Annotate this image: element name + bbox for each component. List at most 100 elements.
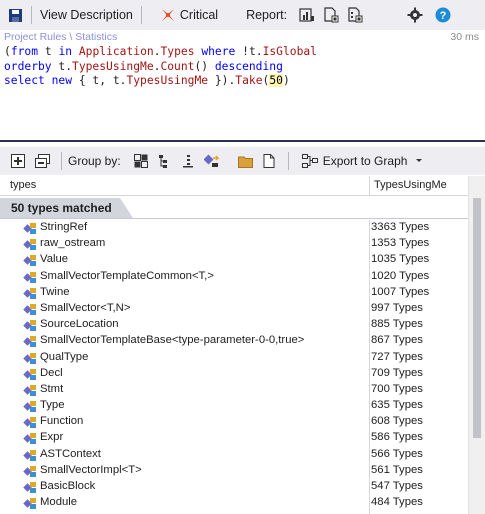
- query-editor[interactable]: Project Rules \ Statistics 30 ms (from t…: [0, 30, 485, 142]
- scrollbar-thumb[interactable]: [473, 198, 481, 438]
- table-row[interactable]: Stmt 700 Types: [0, 382, 468, 398]
- table-row[interactable]: BasicBlock 547 Types: [0, 479, 468, 495]
- table-row[interactable]: ASTContext 566 Types: [0, 447, 468, 463]
- table-row[interactable]: raw_ostream 1353 Types: [0, 236, 468, 252]
- table-row[interactable]: Value 1035 Types: [0, 252, 468, 268]
- types-using-me-count[interactable]: 867 Types: [371, 334, 423, 346]
- type-name[interactable]: Stmt: [40, 383, 63, 395]
- types-using-me-count[interactable]: 727 Types: [371, 351, 423, 363]
- class-icon: [23, 336, 36, 348]
- class-icon: [23, 449, 36, 461]
- group-by-assembly-button[interactable]: [129, 150, 153, 172]
- type-name[interactable]: raw_ostream: [40, 237, 105, 249]
- report-grid-button[interactable]: [343, 0, 367, 30]
- class-icon: [23, 303, 36, 315]
- table-row[interactable]: SmallVectorTemplateBase<type-parameter-0…: [0, 333, 468, 349]
- types-using-me-count[interactable]: 561 Types: [371, 464, 423, 476]
- table-row[interactable]: SmallVectorTemplateCommon<T,> 1020 Types: [0, 269, 468, 285]
- report-document-button[interactable]: [319, 0, 343, 30]
- type-name[interactable]: SmallVectorTemplateCommon<T,>: [40, 270, 214, 282]
- type-name[interactable]: Decl: [40, 367, 63, 379]
- types-using-me-count[interactable]: 709 Types: [371, 367, 423, 379]
- expand-all-button[interactable]: [6, 150, 30, 172]
- query-code[interactable]: (from t in Application.Types where !t.Is…: [4, 45, 317, 89]
- folder-button[interactable]: [233, 150, 258, 172]
- breadcrumb[interactable]: Project Rules \ Statistics: [4, 31, 117, 43]
- report-grid-icon: [348, 7, 363, 23]
- type-name[interactable]: Value: [40, 253, 68, 265]
- type-name[interactable]: SourceLocation: [40, 318, 119, 330]
- types-using-me-count[interactable]: 1353 Types: [371, 237, 429, 249]
- types-using-me-count[interactable]: 608 Types: [371, 415, 423, 427]
- type-name[interactable]: BasicBlock: [40, 480, 95, 492]
- group-by-type-button[interactable]: [177, 150, 199, 172]
- type-name[interactable]: SmallVectorTemplateBase<type-parameter-0…: [40, 334, 304, 346]
- column-divider[interactable]: [369, 176, 370, 196]
- table-row[interactable]: Expr 586 Types: [0, 430, 468, 446]
- type-name[interactable]: ASTContext: [40, 448, 101, 460]
- class-icon: [23, 401, 36, 413]
- table-row[interactable]: Twine 1007 Types: [0, 285, 468, 301]
- types-using-me-count[interactable]: 1007 Types: [371, 286, 429, 298]
- type-name[interactable]: Type: [40, 399, 65, 411]
- type-name[interactable]: Expr: [40, 431, 63, 443]
- types-using-me-count[interactable]: 566 Types: [371, 448, 423, 460]
- types-using-me-count[interactable]: 885 Types: [371, 318, 423, 330]
- class-icon: [23, 223, 36, 234]
- table-row[interactable]: SourceLocation 885 Types: [0, 317, 468, 333]
- column-header-types-using-me[interactable]: TypesUsingMe: [374, 179, 447, 191]
- types-using-me-count[interactable]: 484 Types: [371, 496, 423, 508]
- collapse-all-icon: [35, 154, 50, 168]
- view-description-button[interactable]: View Description: [36, 0, 137, 30]
- save-button[interactable]: [0, 0, 27, 30]
- vertical-scrollbar[interactable]: [468, 176, 485, 514]
- type-name[interactable]: SmallVectorImpl<T>: [40, 464, 142, 476]
- toolbar-separator: [140, 6, 142, 24]
- type-name[interactable]: Module: [40, 496, 77, 508]
- types-using-me-count[interactable]: 997 Types: [371, 302, 423, 314]
- table-row[interactable]: SmallVector<T,N> 997 Types: [0, 301, 468, 317]
- class-icon: [23, 384, 36, 396]
- group-by-member-button[interactable]: [199, 150, 225, 172]
- group-by-namespace-button[interactable]: [153, 150, 177, 172]
- types-using-me-count[interactable]: 700 Types: [371, 383, 423, 395]
- help-button[interactable]: ?: [431, 0, 455, 30]
- gear-icon: [407, 7, 423, 23]
- group-member-icon: [203, 154, 220, 167]
- class-icon: [23, 498, 36, 510]
- file-button[interactable]: [258, 150, 280, 172]
- group-header[interactable]: 50 types matched: [0, 198, 133, 218]
- toolbar-separator: [287, 152, 289, 170]
- results-grid: types TypesUsingMe 50 types matched Stri…: [0, 176, 485, 514]
- table-row[interactable]: Type 635 Types: [0, 398, 468, 414]
- settings-button[interactable]: [403, 0, 427, 30]
- critical-button[interactable]: Critical: [156, 0, 222, 30]
- table-row[interactable]: StringRef 3363 Types: [0, 220, 468, 236]
- group-by-label: Group by:: [68, 154, 121, 168]
- table-row[interactable]: SmallVectorImpl<T> 561 Types: [0, 463, 468, 479]
- types-using-me-count[interactable]: 1035 Types: [371, 253, 429, 265]
- types-using-me-count[interactable]: 547 Types: [371, 480, 423, 492]
- types-using-me-count[interactable]: 1020 Types: [371, 270, 429, 282]
- report-html-button[interactable]: [295, 0, 319, 30]
- collapse-all-button[interactable]: [30, 150, 55, 172]
- types-using-me-count[interactable]: 3363 Types: [371, 221, 429, 233]
- class-icon: [23, 352, 36, 364]
- export-to-graph-label: Export to Graph: [322, 154, 408, 168]
- table-row[interactable]: Module 484 Types: [0, 495, 468, 511]
- type-name[interactable]: SmallVector<T,N>: [40, 302, 130, 314]
- class-icon: [23, 320, 36, 332]
- table-row[interactable]: QualType 727 Types: [0, 350, 468, 366]
- types-using-me-count[interactable]: 635 Types: [371, 399, 423, 411]
- type-name[interactable]: StringRef: [40, 221, 87, 233]
- class-icon: [23, 287, 36, 299]
- export-to-graph-button[interactable]: Export to Graph: [297, 150, 429, 172]
- types-using-me-count[interactable]: 586 Types: [371, 431, 423, 443]
- column-header-types[interactable]: types: [10, 179, 36, 191]
- type-name[interactable]: QualType: [40, 351, 88, 363]
- table-row[interactable]: Function 608 Types: [0, 414, 468, 430]
- type-name[interactable]: Function: [40, 415, 83, 427]
- class-icon: [23, 417, 36, 429]
- table-row[interactable]: Decl 709 Types: [0, 366, 468, 382]
- type-name[interactable]: Twine: [40, 286, 70, 298]
